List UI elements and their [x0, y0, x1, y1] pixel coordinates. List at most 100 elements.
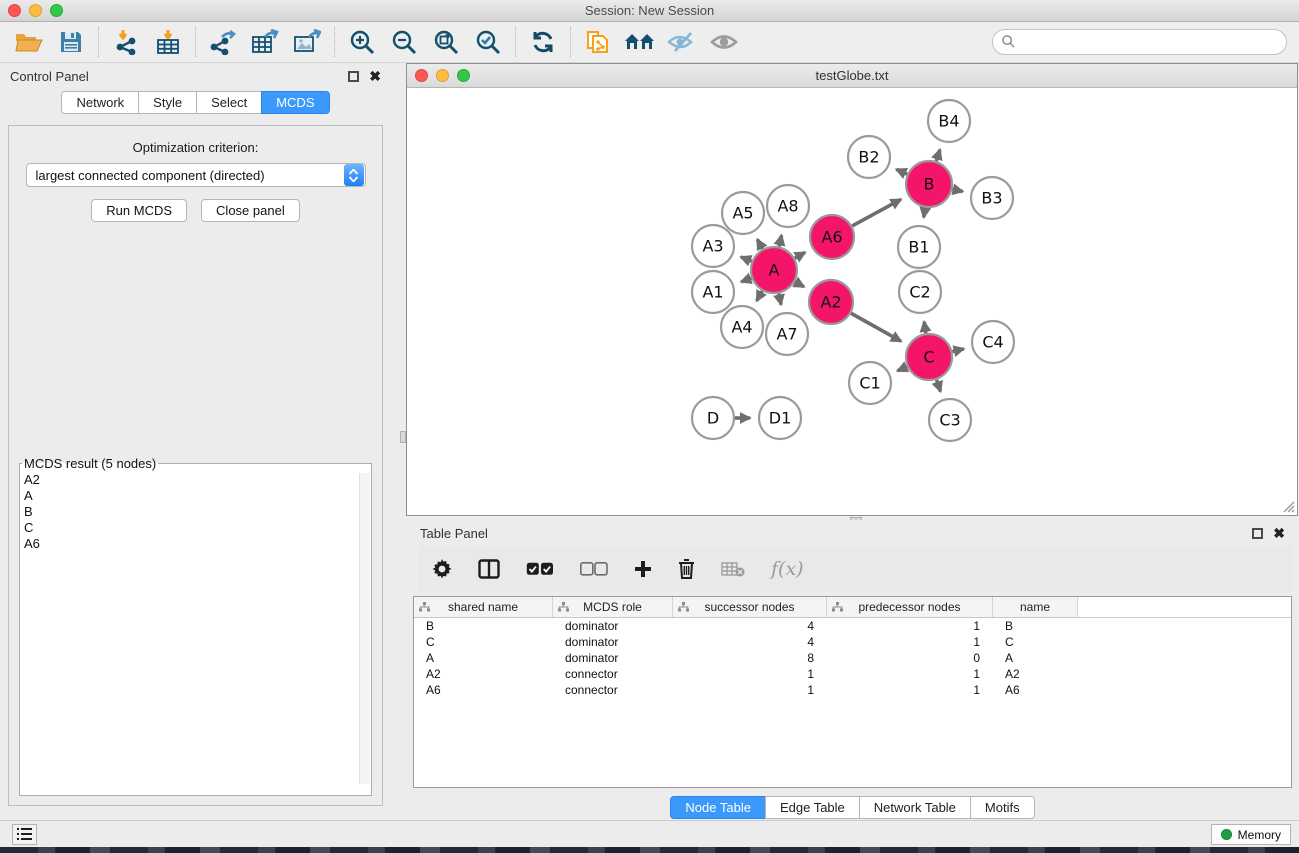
edge-B-B2[interactable]: [896, 169, 907, 174]
network-window-titlebar[interactable]: testGlobe.txt: [407, 64, 1297, 88]
column-header-shared-name[interactable]: shared name: [414, 597, 553, 617]
tab-network[interactable]: Network: [61, 91, 139, 114]
column-header-MCDS-role[interactable]: MCDS role: [553, 597, 673, 617]
cell-successor-nodes[interactable]: 1: [673, 683, 827, 697]
cell-name[interactable]: B: [993, 619, 1078, 633]
cell-successor-nodes[interactable]: 4: [673, 635, 827, 649]
minimize-window-button[interactable]: [29, 4, 42, 17]
column-header-predecessor-nodes[interactable]: predecessor nodes: [827, 597, 993, 617]
float-panel-icon[interactable]: [348, 71, 359, 82]
mcds-result-item[interactable]: A: [24, 488, 371, 504]
select-all-icon[interactable]: [526, 562, 554, 576]
criterion-dropdown[interactable]: largest connected component (directed): [26, 163, 366, 187]
cell-name[interactable]: A: [993, 651, 1078, 665]
mcds-result-list[interactable]: A2ABCA6: [20, 471, 371, 795]
cell-predecessor-nodes[interactable]: 1: [827, 619, 993, 633]
show-all-icon[interactable]: [707, 27, 741, 57]
gear-icon[interactable]: [432, 559, 452, 579]
table-row[interactable]: Bdominator41B: [414, 618, 1291, 634]
add-column-icon[interactable]: [634, 560, 652, 578]
cell-shared-name[interactable]: C: [414, 635, 553, 649]
refresh-icon[interactable]: [526, 27, 560, 57]
export-table-icon[interactable]: [248, 27, 282, 57]
cell-predecessor-nodes[interactable]: 1: [827, 635, 993, 649]
mcds-result-item[interactable]: C: [24, 520, 371, 536]
column-header-successor-nodes[interactable]: successor nodes: [673, 597, 827, 617]
export-network-icon[interactable]: [206, 27, 240, 57]
edge-A-A6[interactable]: [795, 252, 805, 258]
edge-B-B4[interactable]: [936, 150, 940, 162]
table-row[interactable]: Adominator80A: [414, 650, 1291, 666]
close-table-panel-icon[interactable]: ✖: [1273, 528, 1285, 539]
edge-B-B1[interactable]: [924, 208, 926, 218]
delete-table-icon[interactable]: [721, 561, 745, 577]
edge-A-A8[interactable]: [779, 235, 781, 246]
cell-MCDS-role[interactable]: connector: [553, 683, 673, 697]
edge-A-A1[interactable]: [741, 278, 751, 282]
cell-predecessor-nodes[interactable]: 0: [827, 651, 993, 665]
cell-successor-nodes[interactable]: 8: [673, 651, 827, 665]
duplicate-network-icon[interactable]: [581, 27, 615, 57]
zoom-out-icon[interactable]: [387, 27, 421, 57]
cell-successor-nodes[interactable]: 1: [673, 667, 827, 681]
cell-MCDS-role[interactable]: dominator: [553, 635, 673, 649]
open-file-icon[interactable]: [12, 27, 46, 57]
cell-shared-name[interactable]: A: [414, 651, 553, 665]
search-input[interactable]: [992, 29, 1287, 55]
network-minimize-button[interactable]: [436, 69, 449, 82]
edge-A-A4[interactable]: [757, 291, 763, 301]
edge-A6-B[interactable]: [852, 199, 901, 226]
edge-A-A7[interactable]: [779, 294, 781, 305]
tab-node-table[interactable]: Node Table: [670, 796, 766, 819]
tab-motifs[interactable]: Motifs: [970, 796, 1035, 819]
table-row[interactable]: A2connector11A2: [414, 666, 1291, 682]
export-image-icon[interactable]: [290, 27, 324, 57]
maximize-window-button[interactable]: [50, 4, 63, 17]
task-history-button[interactable]: [12, 824, 37, 845]
edge-A-A2[interactable]: [795, 282, 804, 287]
cell-MCDS-role[interactable]: connector: [553, 667, 673, 681]
result-scrollbar[interactable]: [359, 473, 370, 784]
zoom-selected-icon[interactable]: [471, 27, 505, 57]
edge-C-C4[interactable]: [952, 349, 963, 352]
tab-select[interactable]: Select: [196, 91, 262, 114]
float-table-panel-icon[interactable]: [1252, 528, 1263, 539]
network-maximize-button[interactable]: [457, 69, 470, 82]
cell-MCDS-role[interactable]: dominator: [553, 619, 673, 633]
cell-predecessor-nodes[interactable]: 1: [827, 683, 993, 697]
close-panel-icon[interactable]: ✖: [369, 71, 381, 82]
mcds-result-item[interactable]: A6: [24, 536, 371, 552]
cell-MCDS-role[interactable]: dominator: [553, 651, 673, 665]
table-row[interactable]: A6connector11A6: [414, 682, 1291, 698]
edge-C-C3[interactable]: [937, 380, 941, 392]
cell-name[interactable]: A6: [993, 683, 1078, 697]
import-network-icon[interactable]: [109, 27, 143, 57]
edge-C-C2[interactable]: [924, 322, 926, 334]
network-close-button[interactable]: [415, 69, 428, 82]
edge-A-A5[interactable]: [757, 239, 762, 249]
node-table[interactable]: shared nameMCDS rolesuccessor nodesprede…: [413, 596, 1292, 788]
memory-button[interactable]: Memory: [1211, 824, 1291, 845]
column-layout-icon[interactable]: [478, 559, 500, 579]
cell-shared-name[interactable]: A6: [414, 683, 553, 697]
run-mcds-button[interactable]: Run MCDS: [91, 199, 187, 222]
cell-name[interactable]: C: [993, 635, 1078, 649]
deselect-all-icon[interactable]: [580, 562, 608, 576]
edge-C-C1[interactable]: [897, 367, 907, 371]
tab-mcds[interactable]: MCDS: [261, 91, 329, 114]
network-graph[interactable]: B4B2BB3B1A5A8A6A3AA1A2C2A4A7C4CC1C3DD1: [407, 88, 1297, 515]
cell-predecessor-nodes[interactable]: 1: [827, 667, 993, 681]
mcds-result-item[interactable]: B: [24, 504, 371, 520]
zoom-fit-icon[interactable]: [429, 27, 463, 57]
tab-edge-table[interactable]: Edge Table: [765, 796, 860, 819]
cell-name[interactable]: A2: [993, 667, 1078, 681]
close-panel-button[interactable]: Close panel: [201, 199, 300, 222]
tab-network-table[interactable]: Network Table: [859, 796, 971, 819]
edge-A2-C[interactable]: [851, 313, 901, 341]
home-layout-icon[interactable]: [623, 27, 657, 57]
column-header-name[interactable]: name: [993, 597, 1078, 617]
hide-selected-icon[interactable]: [665, 27, 699, 57]
zoom-in-icon[interactable]: [345, 27, 379, 57]
import-table-icon[interactable]: [151, 27, 185, 57]
edge-A-A3[interactable]: [741, 257, 752, 261]
